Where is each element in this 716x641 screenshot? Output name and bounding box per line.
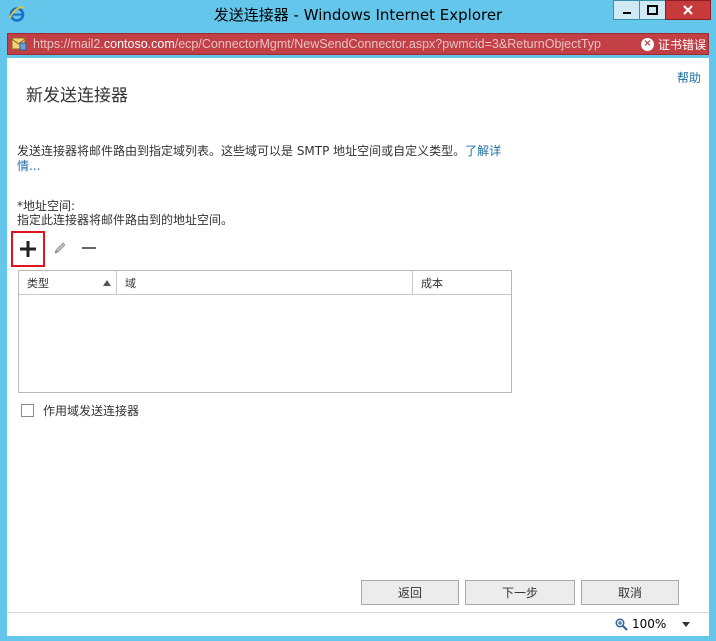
column-header-cost[interactable]: 成本 [413, 271, 511, 294]
next-button[interactable]: 下一步 [465, 580, 575, 605]
address-url[interactable]: https://mail2.contoso.com/ecp/ConnectorM… [33, 37, 638, 51]
page-title: 新发送连接器 [26, 86, 128, 106]
browser-window: 发送连接器 - Windows Internet Explorer https:… [0, 0, 716, 641]
minimize-icon [622, 12, 631, 14]
url-host: contoso.com [103, 37, 175, 51]
address-space-label: *地址空间: 指定此连接器将邮件路由到的地址空间。 [17, 199, 233, 227]
scoped-connector-checkbox[interactable] [21, 404, 34, 417]
address-space-title: *地址空间: [17, 199, 76, 213]
scoped-connector-label[interactable]: 作用域发送连接器 [43, 402, 139, 419]
close-button[interactable] [665, 0, 711, 20]
url-path: /ecp/ConnectorMgmt/NewSendConnector.aspx… [174, 37, 602, 51]
description-text: 发送连接器将邮件路由到指定域列表。这些域可以是 SMTP 地址空间或自定义类型。 [17, 144, 466, 158]
zoom-icon [615, 618, 628, 631]
address-space-hint: 指定此连接器将邮件路由到的地址空间。 [17, 213, 234, 227]
add-button[interactable] [11, 231, 45, 267]
table-header: 类型 域 成本 [19, 271, 511, 295]
page-icon [11, 37, 27, 51]
address-bar[interactable]: https://mail2.contoso.com/ecp/ConnectorM… [7, 33, 709, 55]
status-bar: 100% [7, 612, 709, 636]
certificate-error-label: 证书错误 [658, 37, 707, 52]
help-link[interactable]: 帮助 [677, 69, 701, 86]
description: 发送连接器将邮件路由到指定域列表。这些域可以是 SMTP 地址空间或自定义类型。… [17, 144, 505, 174]
page-content: 帮助 新发送连接器 发送连接器将邮件路由到指定域列表。这些域可以是 SMTP 地… [7, 58, 709, 612]
maximize-icon [647, 5, 658, 15]
address-space-table: 类型 域 成本 [18, 270, 512, 393]
window-title: 发送连接器 - Windows Internet Explorer [213, 6, 503, 24]
cancel-button[interactable]: 取消 [581, 580, 679, 605]
title-bar: 发送连接器 - Windows Internet Explorer [0, 0, 716, 30]
certificate-error-button[interactable]: × 证书错误 [639, 34, 706, 54]
remove-button[interactable] [82, 247, 96, 249]
zoom-control[interactable]: 100% [615, 617, 691, 631]
column-header-domain[interactable]: 域 [117, 271, 413, 294]
minimize-button[interactable] [613, 0, 640, 20]
close-icon [683, 5, 693, 15]
zoom-level: 100% [632, 617, 667, 631]
chevron-down-icon [682, 621, 691, 627]
plus-icon [20, 241, 36, 257]
back-button[interactable]: 返回 [361, 580, 459, 605]
pencil-icon[interactable] [52, 240, 68, 256]
url-prefix: https://mail2. [33, 37, 104, 51]
sort-ascending-icon [103, 280, 111, 286]
maximize-button[interactable] [639, 0, 666, 20]
scoped-connector-row[interactable]: 作用域发送连接器 [21, 402, 139, 419]
error-icon: × [641, 37, 654, 51]
